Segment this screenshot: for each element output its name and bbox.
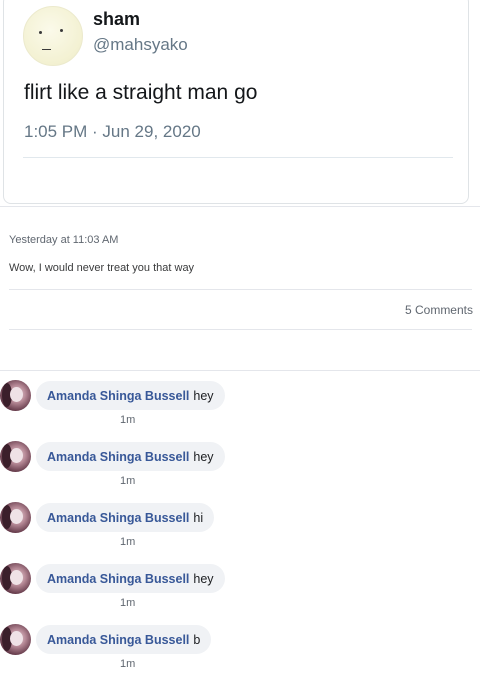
avatar-eye-icon (39, 31, 42, 34)
comment-bubble: Amanda Shinga Bussell b (36, 625, 212, 654)
post-divider (9, 329, 472, 330)
comment-time[interactable]: 1m (120, 597, 135, 609)
avatar-face-shape (10, 631, 23, 646)
avatar-face-shape (10, 448, 23, 463)
comments-count-link[interactable]: 5 Comments (405, 303, 473, 317)
post-top-divider (0, 206, 480, 207)
commenter-avatar[interactable] (0, 624, 31, 655)
comment-text: hey (193, 388, 214, 403)
tweet-timestamp[interactable]: 1:05 PM · Jun 29, 2020 (24, 122, 201, 142)
commenter-avatar[interactable] (0, 441, 31, 472)
avatar-face-shape (10, 570, 23, 585)
comment-item: Amanda Shinga Bussell hi 1m (0, 502, 480, 562)
tweet-handle[interactable]: @mahsyako (93, 35, 188, 55)
comment-bubble: Amanda Shinga Bussell hey (36, 381, 225, 410)
tweet-card: sham @mahsyako flirt like a straight man… (3, 0, 469, 204)
comment-bubble: Amanda Shinga Bussell hey (36, 442, 225, 471)
comment-author-link[interactable]: Amanda Shinga Bussell (47, 633, 189, 647)
comments-divider (0, 370, 480, 371)
comment-time[interactable]: 1m (120, 414, 135, 426)
avatar-mouth-icon (42, 49, 51, 50)
post-timestamp[interactable]: Yesterday at 11:03 AM (9, 234, 118, 246)
comment-item: Amanda Shinga Bussell hey 1m (0, 441, 480, 501)
comment-bubble: Amanda Shinga Bussell hey (36, 564, 225, 593)
comment-item: Amanda Shinga Bussell b 1m (0, 624, 480, 684)
comment-author-link[interactable]: Amanda Shinga Bussell (47, 450, 189, 464)
tweet-avatar[interactable] (23, 6, 83, 66)
commenter-avatar[interactable] (0, 563, 31, 594)
comment-author-link[interactable]: Amanda Shinga Bussell (47, 389, 189, 403)
tweet-text: flirt like a straight man go (24, 81, 258, 104)
comment-text: hey (193, 449, 214, 464)
avatar-eye-icon (60, 29, 63, 32)
post-text: Wow, I would never treat you that way (9, 262, 195, 274)
comment-author-link[interactable]: Amanda Shinga Bussell (47, 572, 189, 586)
comment-bubble: Amanda Shinga Bussell hi (36, 503, 215, 532)
avatar-face-shape (10, 387, 23, 402)
comment-item: Amanda Shinga Bussell hey 1m (0, 563, 480, 623)
comment-time[interactable]: 1m (120, 658, 135, 670)
commenter-avatar[interactable] (0, 502, 31, 533)
post-divider (9, 289, 472, 290)
tweet-divider (23, 157, 453, 158)
comment-time[interactable]: 1m (120, 536, 135, 548)
comment-time[interactable]: 1m (120, 475, 135, 487)
tweet-display-name[interactable]: sham (93, 9, 140, 30)
comment-author-link[interactable]: Amanda Shinga Bussell (47, 511, 189, 525)
comment-item: Amanda Shinga Bussell hey 1m (0, 380, 480, 440)
comment-text: b (193, 632, 201, 647)
comment-text: hey (193, 571, 214, 586)
comment-text: hi (193, 510, 204, 525)
avatar-face-shape (10, 509, 23, 524)
commenter-avatar[interactable] (0, 380, 31, 411)
